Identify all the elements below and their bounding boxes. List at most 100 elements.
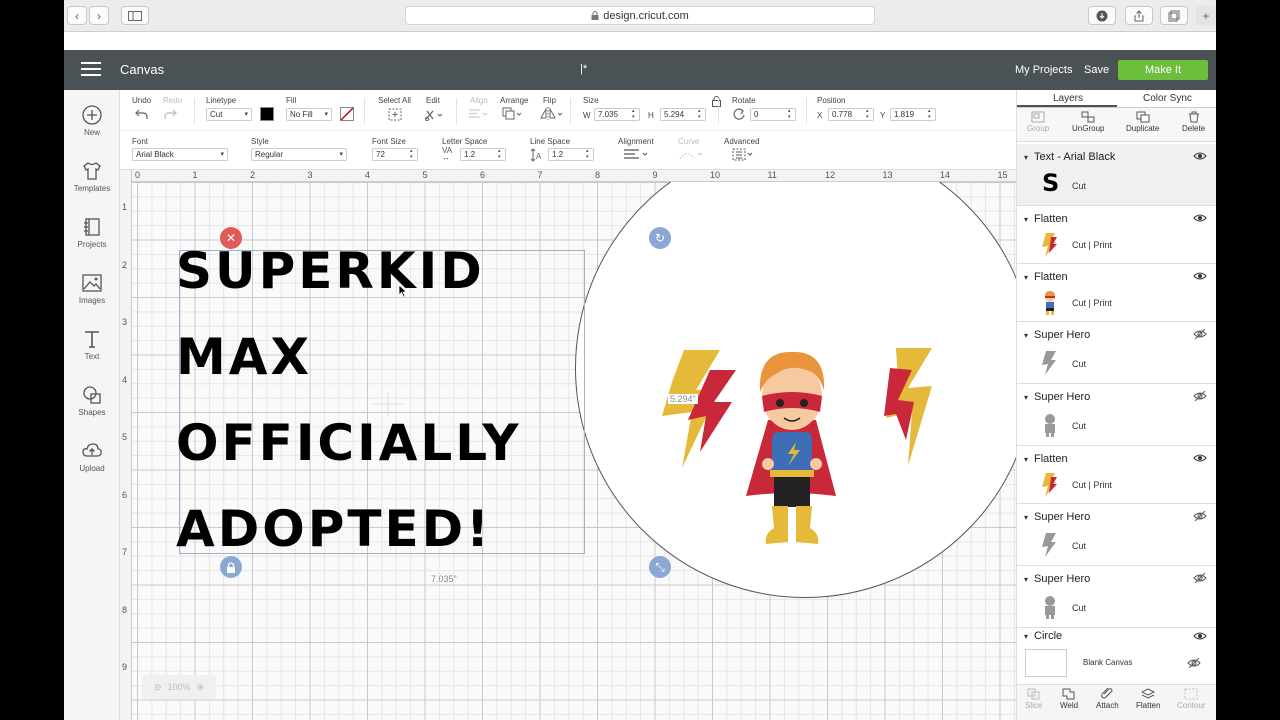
center-crosshair xyxy=(373,392,403,416)
hamburger-menu-icon[interactable] xyxy=(81,62,101,78)
letter-space-input[interactable]: 1.2 xyxy=(460,148,506,161)
eye-icon[interactable] xyxy=(1193,631,1207,641)
zoom-in-icon[interactable]: ⊕ xyxy=(197,682,205,693)
blank-canvas-swatch[interactable] xyxy=(1025,649,1067,677)
rail-item-images[interactable]: Images xyxy=(64,272,120,305)
zoom-control[interactable]: ⊖ 100% ⊕ xyxy=(142,675,216,699)
blank-canvas-row[interactable]: Blank Canvas xyxy=(1017,644,1216,684)
eye-hidden-icon[interactable] xyxy=(1193,573,1207,583)
undo-icon[interactable] xyxy=(134,108,148,120)
mouse-cursor xyxy=(398,284,408,298)
linetype-color-swatch[interactable] xyxy=(260,107,274,121)
layer-item-text[interactable]: Text - Arial Black S Cut xyxy=(1017,144,1216,206)
save-button[interactable]: Save xyxy=(1084,64,1109,76)
ruler-tick-label: 1 xyxy=(192,170,198,180)
arrange-icon[interactable] xyxy=(502,107,524,121)
undo-label: Undo xyxy=(132,96,152,105)
edit-toolbar: Undo Redo Linetype Cut Fill No Fill Sele… xyxy=(120,90,1016,170)
style-select[interactable]: Regular xyxy=(251,148,347,161)
rail-item-templates[interactable]: Templates xyxy=(64,160,120,193)
lock-handle-icon[interactable] xyxy=(220,556,242,578)
address-bar[interactable]: design.cricut.com xyxy=(405,6,875,25)
select-all-icon[interactable] xyxy=(388,108,402,121)
eye-icon[interactable] xyxy=(1193,453,1207,463)
eye-icon[interactable] xyxy=(1193,151,1207,161)
font-select[interactable]: Arial Black xyxy=(132,148,228,161)
ungroup-button[interactable]: UnGroup xyxy=(1072,111,1104,133)
tab-color-sync[interactable]: Color Sync xyxy=(1143,93,1192,104)
eye-icon[interactable] xyxy=(1193,213,1207,223)
ruler-tick-label: 14 xyxy=(940,170,951,180)
flatten-button[interactable]: Flatten xyxy=(1136,688,1160,710)
y-input[interactable]: 1.819 xyxy=(890,108,936,121)
resize-handle-icon[interactable]: ⤡ xyxy=(649,556,671,578)
design-canvas[interactable]: 0 1 2 3 4 5 6 7 8 9 10 11 12 13 14 15 123456789 SUPERKI… xyxy=(120,170,1016,720)
rotate-handle-icon[interactable]: ↻ xyxy=(649,227,671,249)
document-title[interactable]: |* xyxy=(580,63,587,75)
fill-none-swatch-icon[interactable] xyxy=(340,107,354,121)
tabs-icon[interactable] xyxy=(1160,6,1188,25)
contour-icon xyxy=(1184,688,1198,700)
layer-item-super-hero-2[interactable]: Super Hero Cut xyxy=(1017,384,1216,446)
layer-item-flatten-1[interactable]: Flatten Cut | Print xyxy=(1017,206,1216,264)
layer-item-super-hero-4[interactable]: Super Hero Cut xyxy=(1017,566,1216,628)
eye-hidden-icon[interactable] xyxy=(1193,511,1207,521)
ruler-tick-label: 2 xyxy=(122,259,128,270)
eye-icon[interactable] xyxy=(1193,271,1207,281)
attach-button[interactable]: Attach xyxy=(1096,688,1119,710)
advanced-icon[interactable] xyxy=(732,148,754,161)
layer-item-flatten-2[interactable]: Flatten Cut | Print xyxy=(1017,264,1216,322)
rail-item-text[interactable]: Text xyxy=(64,328,120,361)
eye-hidden-icon[interactable] xyxy=(1187,658,1201,668)
tab-layers[interactable]: Layers xyxy=(1053,93,1083,104)
my-projects-link[interactable]: My Projects xyxy=(1015,64,1072,76)
fill-select[interactable]: No Fill xyxy=(286,108,332,121)
layer-operation: Cut xyxy=(1072,541,1087,551)
ruler-tick-label: 2 xyxy=(250,170,256,180)
sidebar-toggle-icon[interactable] xyxy=(121,6,149,25)
eye-hidden-icon[interactable] xyxy=(1193,391,1207,401)
new-tab-icon[interactable]: + xyxy=(1196,6,1216,25)
height-label: H xyxy=(648,111,654,120)
rotate-input[interactable]: 0 xyxy=(750,108,796,121)
back-icon[interactable]: ‹ xyxy=(67,6,87,25)
contour-label: Contour xyxy=(1177,701,1206,710)
rail-item-new[interactable]: New xyxy=(64,104,120,137)
size-lock-icon[interactable] xyxy=(712,96,721,107)
share-icon[interactable] xyxy=(1125,6,1153,25)
x-input[interactable]: 0.778 xyxy=(828,108,874,121)
linetype-select[interactable]: Cut xyxy=(206,108,252,121)
rail-item-upload[interactable]: Upload xyxy=(64,440,120,473)
layer-item-super-hero-1[interactable]: Super Hero Cut xyxy=(1017,322,1216,384)
ruler-tick-label: 7 xyxy=(537,170,543,180)
ruler-tick-label: 6 xyxy=(122,489,128,500)
line-space-input[interactable]: 1.2 xyxy=(548,148,594,161)
superhero-artwork[interactable] xyxy=(650,330,970,555)
layer-item-circle[interactable]: Circle xyxy=(1017,628,1216,644)
rail-item-projects[interactable]: Projects xyxy=(64,216,120,249)
edit-tools-icon[interactable] xyxy=(424,108,444,121)
eye-hidden-icon[interactable] xyxy=(1193,329,1207,339)
rotate-icon xyxy=(733,108,745,120)
download-icon[interactable] xyxy=(1088,6,1116,25)
rail-item-shapes[interactable]: Shapes xyxy=(64,384,120,417)
weld-button[interactable]: Weld xyxy=(1060,688,1078,710)
layer-name: Super Hero xyxy=(1024,329,1090,341)
make-it-button[interactable]: Make It xyxy=(1118,60,1208,80)
height-input[interactable]: 5.294 xyxy=(660,108,706,121)
ungroup-icon xyxy=(1081,111,1095,123)
delete-handle-icon[interactable]: ✕ xyxy=(220,227,242,249)
forward-icon[interactable]: › xyxy=(89,6,109,25)
layer-item-super-hero-3[interactable]: Super Hero Cut xyxy=(1017,504,1216,566)
text-alignment-icon[interactable] xyxy=(623,148,649,161)
font-size-input[interactable]: 72 xyxy=(372,148,418,161)
duplicate-button[interactable]: Duplicate xyxy=(1126,111,1159,133)
width-input[interactable]: 7.035 xyxy=(594,108,640,121)
text-layer-thumbnail: S xyxy=(1042,169,1060,197)
delete-button[interactable]: Delete xyxy=(1182,111,1205,133)
ruler-tick-label: 15 xyxy=(997,170,1008,180)
layer-item-flatten-3[interactable]: Flatten Cut | Print xyxy=(1017,446,1216,504)
layer-name: Super Hero xyxy=(1024,511,1090,523)
flip-icon[interactable] xyxy=(540,107,564,121)
zoom-out-icon[interactable]: ⊖ xyxy=(154,682,162,693)
